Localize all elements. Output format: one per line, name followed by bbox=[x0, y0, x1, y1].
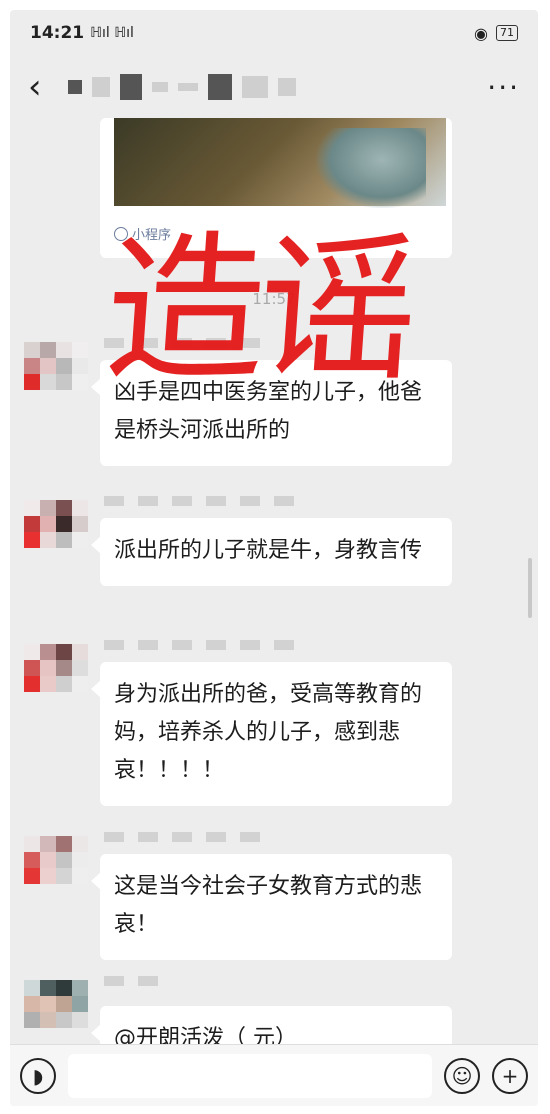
message-input[interactable] bbox=[68, 1053, 432, 1098]
status-time: 14:21 bbox=[30, 23, 85, 43]
sender-name-redacted bbox=[104, 832, 260, 842]
chevron-left-icon[interactable]: ‹ bbox=[28, 70, 68, 104]
emoji-icon[interactable]: ☺ bbox=[444, 1057, 480, 1094]
avatar[interactable] bbox=[24, 644, 88, 708]
message-bubble[interactable]: 派出所的儿子就是牛，身教言传 bbox=[91, 518, 452, 586]
plus-icon[interactable]: + bbox=[492, 1057, 528, 1094]
chat-screen: 14:21 ℍıl ℍıl ◉ 71 ‹ ··· 小程序 11:57 凶手是四中… bbox=[10, 10, 538, 1106]
more-options-button[interactable]: ··· bbox=[487, 71, 520, 104]
nav-bar: ‹ ··· bbox=[10, 56, 538, 118]
rumor-watermark: 造谣 bbox=[99, 216, 417, 403]
sender-name-redacted bbox=[104, 496, 294, 506]
avatar[interactable] bbox=[24, 980, 88, 1044]
avatar[interactable] bbox=[24, 836, 88, 900]
message-bubble[interactable]: 这是当今社会子女教育方式的悲哀！ bbox=[91, 854, 452, 960]
avatar[interactable] bbox=[24, 342, 88, 406]
card-thumbnail bbox=[114, 118, 446, 208]
chat-title-redacted bbox=[68, 74, 487, 100]
avatar[interactable] bbox=[24, 500, 88, 564]
input-bar: ◗ ☺ + bbox=[10, 1044, 538, 1106]
message-bubble[interactable]: 身为派出所的爸，受高等教育的妈，培养杀人的儿子，感到悲哀！！！！ bbox=[91, 662, 452, 806]
status-bar: 14:21 ℍıl ℍıl ◉ 71 bbox=[10, 10, 538, 56]
voice-icon[interactable]: ◗ bbox=[20, 1057, 56, 1094]
signal-icon: ℍıl ℍıl bbox=[90, 25, 134, 41]
card-figure bbox=[316, 128, 426, 208]
status-left: 14:21 ℍıl ℍıl bbox=[30, 23, 134, 43]
scrollbar-thumb[interactable] bbox=[528, 558, 532, 618]
alarm-icon: ◉ bbox=[474, 23, 488, 43]
sender-name-redacted bbox=[104, 976, 158, 986]
message-list[interactable]: 小程序 11:57 凶手是四中医务室的儿子，他爸是桥头河派出所的 派出所的儿子就 bbox=[10, 118, 538, 1074]
status-right: ◉ 71 bbox=[474, 24, 518, 43]
sender-name-redacted bbox=[104, 640, 294, 650]
battery-indicator: 71 bbox=[496, 25, 518, 41]
